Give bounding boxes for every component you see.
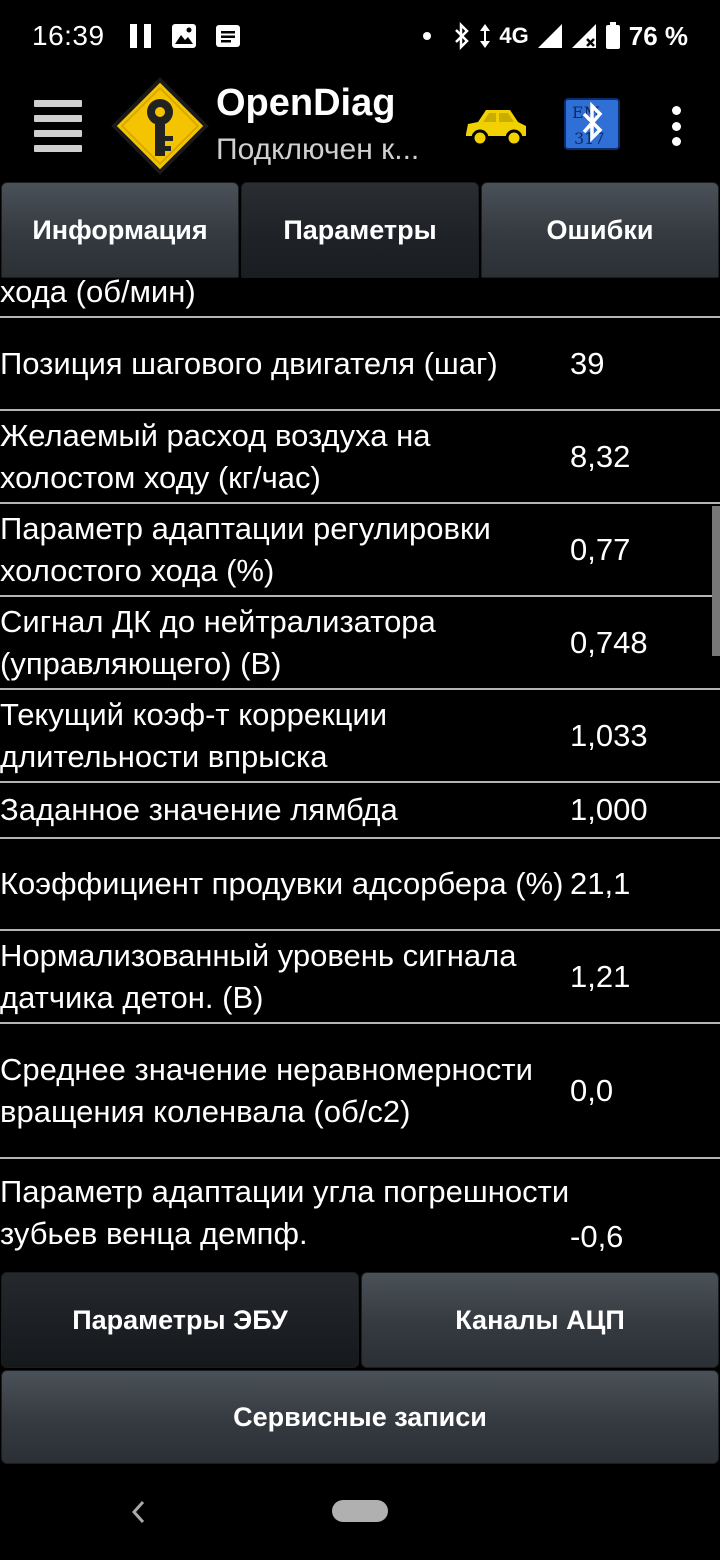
table-row: Параметр адаптации регулировки холостого… [0,504,720,597]
parameter-value: 0,748 [570,624,648,660]
nav-home-pill[interactable] [332,1500,388,1522]
network-type: 4G [499,23,529,48]
parameter-value: 1,000 [570,792,648,827]
parameter-value: 1,21 [570,958,631,994]
table-row: хода (об/мин) 1840 [0,278,720,318]
bottom-button-row: Параметры ЭБУ Каналы АЦП [0,1272,720,1368]
table-row: Среднее значение неравномерности вращени… [0,1024,720,1159]
signal-icon [537,24,562,48]
table-row: Заданное значение лямбда 1,000 [0,783,720,839]
signal-nosim-icon [571,24,596,48]
app-bar: OpenDiag Подключен к... EM 317 [0,72,720,180]
title-block: OpenDiag Подключен к... [216,82,419,167]
battery-percent: 76 % [628,20,688,51]
tab-information[interactable]: Информация [1,182,239,278]
data-arrows-icon [480,24,491,48]
parameter-value: 0,77 [570,531,631,567]
tab-parameters[interactable]: Параметры [241,182,479,278]
parameter-list-content: хода (об/мин) 1840 Позиция шагового двиг… [0,278,720,1268]
bluetooth-ecu-icon[interactable]: EM 317 [564,98,620,150]
parameter-name: хода (об/мин) [0,278,196,309]
adc-channels-button[interactable]: Каналы АЦП [361,1272,719,1368]
status-right-group: 4G 76 % [423,21,688,52]
status-time: 16:39 [32,20,105,51]
menu-icon[interactable] [34,100,82,152]
pause-icon [129,24,151,48]
tab-bar: Информация Параметры Ошибки [0,182,720,278]
more-vert-icon[interactable] [668,106,684,146]
tab-errors[interactable]: Ошибки [481,182,719,278]
parameter-name: Нормализованный уровень сигнала датчика … [0,937,517,1015]
status-bar: 16:39 4G 76 % [0,0,720,72]
car-icon[interactable] [462,104,530,148]
table-row: Коэффициент продувки адсорбера (%) 21,1 [0,839,720,931]
message-icon [215,25,240,47]
table-row: Нормализованный уровень сигнала датчика … [0,931,720,1024]
connection-status: Подключен к... [216,133,420,166]
bluetooth-icon [455,22,470,50]
status-notification-icons [129,22,241,50]
parameter-value: 1,033 [570,717,648,753]
key-logo-icon [111,77,209,175]
parameter-name: Текущий коэф-т коррекции длительности вп… [0,696,388,774]
image-icon [171,24,196,48]
parameter-name: Позиция шагового двигателя (шаг) [0,345,498,381]
notification-dot-icon [423,32,432,40]
parameter-value: -0,6 [570,1219,624,1254]
parameter-name: Сигнал ДК до нейтрализатора (управляющег… [0,603,436,681]
table-row: Сигнал ДК до нейтрализатора (управляющег… [0,597,720,690]
parameter-name: Желаемый расход воздуха на холостом ходу… [0,417,431,495]
table-row: Позиция шагового двигателя (шаг) 39 [0,318,720,411]
app-title: OpenDiag [216,82,396,124]
table-row: Желаемый расход воздуха на холостом ходу… [0,411,720,504]
table-row: Текущий коэф-т коррекции длительности вп… [0,690,720,783]
parameter-value: 8,32 [570,438,631,474]
parameter-name: Параметр адаптации угла погрешности зубь… [0,1174,570,1251]
parameter-list[interactable]: хода (об/мин) 1840 Позиция шагового двиг… [0,278,720,1268]
ecu-params-button[interactable]: Параметры ЭБУ [1,1272,359,1368]
parameter-value: 0,0 [570,1072,614,1108]
nav-back-icon[interactable] [128,1496,148,1528]
parameter-name: Параметр адаптации регулировки холостого… [0,510,491,588]
battery-icon [605,22,620,49]
list-scrollbar[interactable] [712,506,720,656]
parameter-name: Среднее значение неравномерности вращени… [0,1051,533,1129]
parameter-value: 21,1 [570,866,631,901]
service-records-button[interactable]: Сервисные записи [1,1370,719,1464]
table-row: Параметр адаптации угла погрешности зубь… [0,1159,720,1268]
parameter-name: Коэффициент продувки адсорбера (%) [0,866,564,901]
parameter-value: 39 [570,345,605,381]
parameter-name: Заданное значение лямбда [0,792,398,827]
